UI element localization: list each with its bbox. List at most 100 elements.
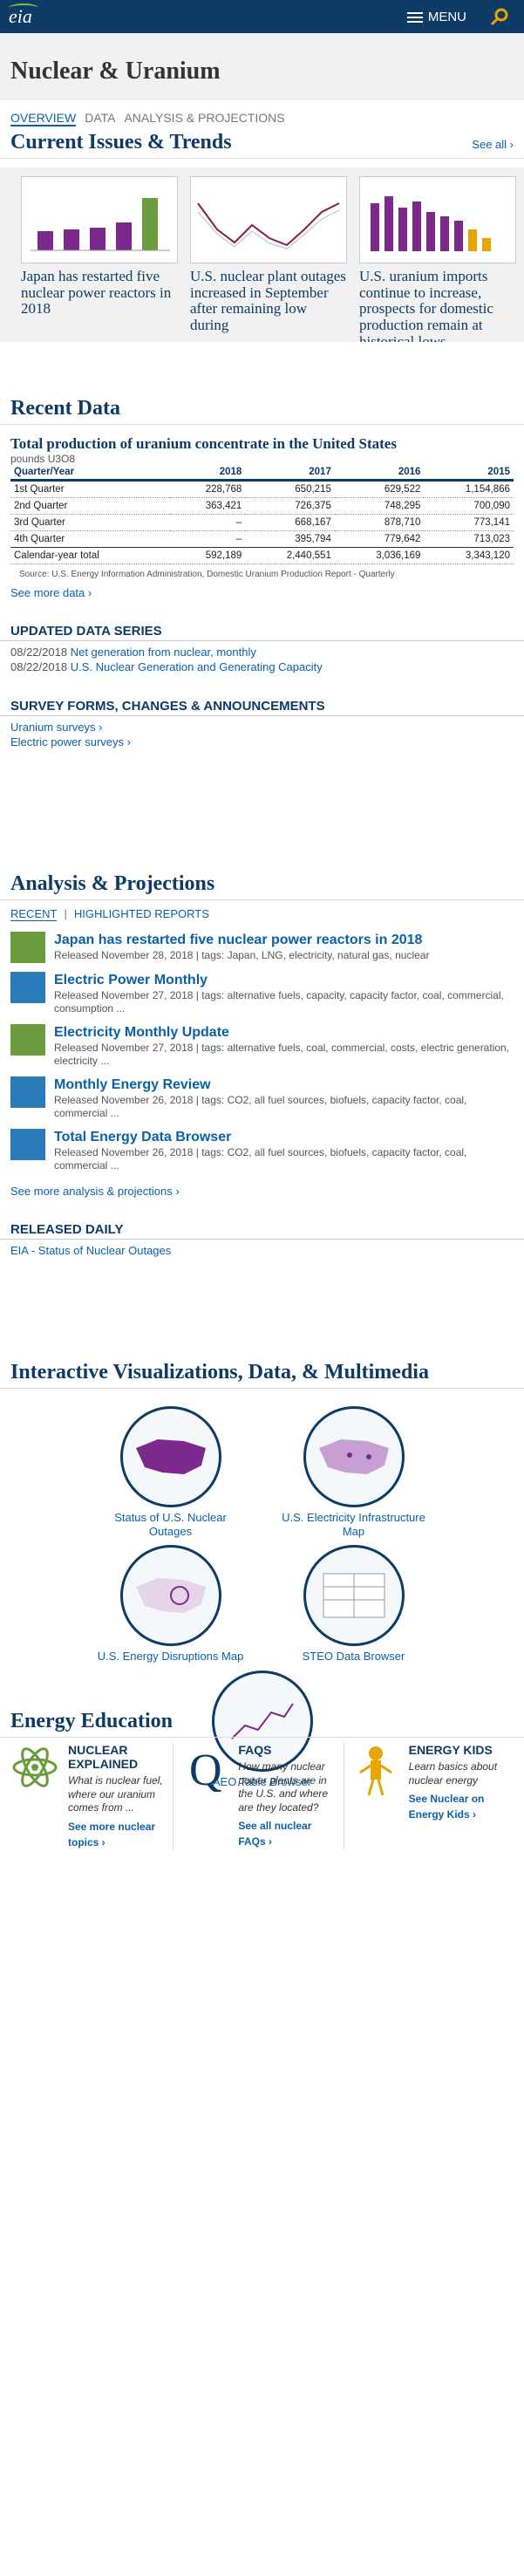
analysis-subtabs: RECENT | HIGHLIGHTED REPORTS: [0, 900, 524, 928]
see-all-link[interactable]: See all ›: [472, 138, 514, 151]
carousel-prev-edge: [0, 176, 9, 342]
viz-item[interactable]: STEO Data Browser: [280, 1545, 428, 1664]
line-chart-thumbnail: [190, 176, 347, 263]
nuclear-outages-link[interactable]: EIA - Status of Nuclear Outages: [0, 1243, 181, 1258]
viz-item[interactable]: Status of U.S. Nuclear Outages: [97, 1406, 245, 1538]
disruptions-map-icon: [119, 1545, 221, 1647]
interactive-heading: Interactive Visualizations, Data, & Mult…: [10, 1361, 429, 1384]
edu-title[interactable]: FAQS: [238, 1743, 337, 1757]
survey-link[interactable]: Uranium surveys ›: [0, 720, 524, 735]
table-cell: 3,036,169: [334, 547, 425, 564]
data-table-title: Total production of uranium concentrate …: [10, 435, 397, 452]
released-daily-heading: RELEASED DAILY: [0, 1198, 524, 1240]
table-cell: 228,768: [170, 480, 246, 498]
report-item[interactable]: Japan has restarted five nuclear power r…: [0, 928, 524, 968]
issues-carousel[interactable]: Japan has restarted five nuclear power r…: [0, 167, 524, 342]
issue-card-title: U.S. uranium imports continue to increas…: [359, 268, 493, 342]
see-more-data-link[interactable]: See more data ›: [0, 579, 524, 599]
document-icon: [10, 972, 45, 1003]
tab-overview[interactable]: Overview: [10, 111, 77, 126]
table-row: 2nd Quarter 363,421 726,375 748,295 700,…: [10, 497, 514, 515]
search-button[interactable]: [475, 0, 524, 33]
table-cell: –: [170, 530, 246, 548]
table-cell: 773,141: [424, 514, 514, 531]
edu-title[interactable]: NUCLEAR EXPLAINED: [68, 1743, 167, 1771]
tab-data[interactable]: Data: [85, 111, 115, 126]
us-map-icon: [119, 1406, 221, 1507]
report-title[interactable]: Monthly Energy Review: [54, 1076, 514, 1094]
see-more-analysis-link[interactable]: See more analysis & projections ›: [0, 1178, 524, 1198]
menu-button[interactable]: MENU: [406, 10, 466, 24]
table-cell: 779,642: [334, 530, 425, 548]
report-item[interactable]: Electric Power Monthly Released November…: [0, 968, 524, 1021]
tab-highlighted-reports[interactable]: HIGHLIGHTED REPORTS: [74, 907, 209, 921]
report-meta: Released November 27, 2018 | tags: alter…: [54, 989, 504, 1015]
item-link[interactable]: U.S. Nuclear Generation and Generating C…: [71, 660, 323, 673]
report-title[interactable]: Japan has restarted five nuclear power r…: [54, 932, 429, 949]
recent-data-heading: Recent Data: [10, 397, 120, 420]
edu-link[interactable]: See Nuclear on Energy Kids ›: [409, 1793, 485, 1821]
bar-chart-thumbnail: [21, 176, 178, 263]
table-cell: 668,167: [245, 514, 335, 531]
item-date: 08/22/2018: [10, 660, 68, 673]
table-cell: 650,215: [245, 480, 335, 498]
updated-series-item[interactable]: 08/22/2018 U.S. Nuclear Generation and G…: [0, 659, 524, 674]
edu-link[interactable]: See all nuclear FAQs ›: [238, 1820, 311, 1848]
document-icon: [10, 1129, 45, 1160]
table-cell: 592,189: [170, 547, 246, 564]
report-meta: Released November 28, 2018 | tags: Japan…: [54, 949, 430, 961]
updated-series-heading: UPDATED DATA SERIES: [0, 599, 524, 641]
document-icon: [10, 1024, 45, 1056]
education-heading: Energy Education: [10, 1710, 174, 1732]
survey-forms-heading: SURVEY FORMS, CHANGES & ANNOUNCEMENTS: [0, 674, 524, 716]
issue-card[interactable]: Japan has restarted five nuclear power r…: [21, 176, 178, 342]
viz-label: U.S. Energy Disruptions Map: [97, 1650, 244, 1664]
column-chart-thumbnail: [359, 176, 516, 263]
tab-divider: |: [64, 907, 67, 920]
table-cell: 395,794: [245, 530, 335, 548]
table-cell: 700,090: [424, 497, 514, 515]
table-cell: 2nd Quarter: [10, 497, 171, 515]
viz-item[interactable]: U.S. Electricity Infrastructure Map: [280, 1406, 428, 1538]
report-title[interactable]: Electric Power Monthly: [54, 972, 514, 989]
table-row-total: Calendar-year total 592,189 2,440,551 3,…: [10, 547, 514, 564]
viz-item[interactable]: U.S. Energy Disruptions Map: [97, 1545, 245, 1664]
issue-card[interactable]: U.S. uranium imports continue to increas…: [359, 176, 516, 342]
report-title[interactable]: Electricity Monthly Update: [54, 1024, 514, 1042]
column-header: 2015: [424, 465, 514, 482]
section-tabs: Overview Data Analysis & Projections: [0, 100, 524, 126]
report-item[interactable]: Monthly Energy Review Released November …: [0, 1073, 524, 1125]
tab-analysis-projections[interactable]: Analysis & Projections: [124, 111, 284, 126]
hamburger-icon: [406, 11, 423, 23]
tab-recent[interactable]: RECENT: [10, 907, 58, 921]
survey-link[interactable]: Electric power surveys ›: [0, 735, 524, 749]
column-header: Quarter/Year: [10, 465, 171, 482]
table-row: 3rd Quarter – 668,167 878,710 773,141: [10, 514, 514, 531]
report-item[interactable]: Total Energy Data Browser Released Novem…: [0, 1125, 524, 1178]
issue-card[interactable]: U.S. nuclear plant outages increased in …: [190, 176, 347, 342]
edu-title[interactable]: ENERGY KIDS: [409, 1743, 508, 1757]
table-cell: Calendar-year total: [10, 547, 171, 564]
updated-series-item[interactable]: 08/22/2018 Net generation from nuclear, …: [0, 645, 524, 659]
edu-desc: What is nuclear fuel, where our uranium …: [68, 1774, 163, 1814]
analysis-section: Analysis & Projections RECENT | HIGHLIGH…: [0, 872, 524, 1259]
analysis-heading: Analysis & Projections: [10, 872, 215, 895]
table-cell: 3rd Quarter: [10, 514, 171, 531]
report-meta: Released November 26, 2018 | tags: CO2, …: [54, 1094, 467, 1119]
viz-label: U.S. Electricity Infrastructure Map: [282, 1511, 425, 1538]
table-cell: 1st Quarter: [10, 480, 171, 498]
data-table-unit: pounds U3O8: [10, 453, 76, 465]
report-title[interactable]: Total Energy Data Browser: [54, 1129, 514, 1146]
column-header: 2017: [245, 465, 335, 482]
report-meta: Released November 27, 2018 | tags: alter…: [54, 1042, 510, 1067]
eia-logo[interactable]: eia: [9, 5, 32, 28]
table-cell: 878,710: [334, 514, 425, 531]
document-icon: [10, 1076, 45, 1108]
current-issues-section: Current Issues & Trends See all › Japan …: [0, 131, 524, 342]
search-icon: [490, 8, 508, 26]
report-item[interactable]: Electricity Monthly Update Released Nove…: [0, 1021, 524, 1073]
item-link[interactable]: Net generation from nuclear, monthly: [71, 646, 256, 659]
edu-link[interactable]: See more nuclear topics ›: [68, 1821, 155, 1848]
education-section: Energy Education NUCLEAR EXPLAINED What …: [0, 1710, 524, 1855]
table-cell: 748,295: [334, 497, 425, 515]
